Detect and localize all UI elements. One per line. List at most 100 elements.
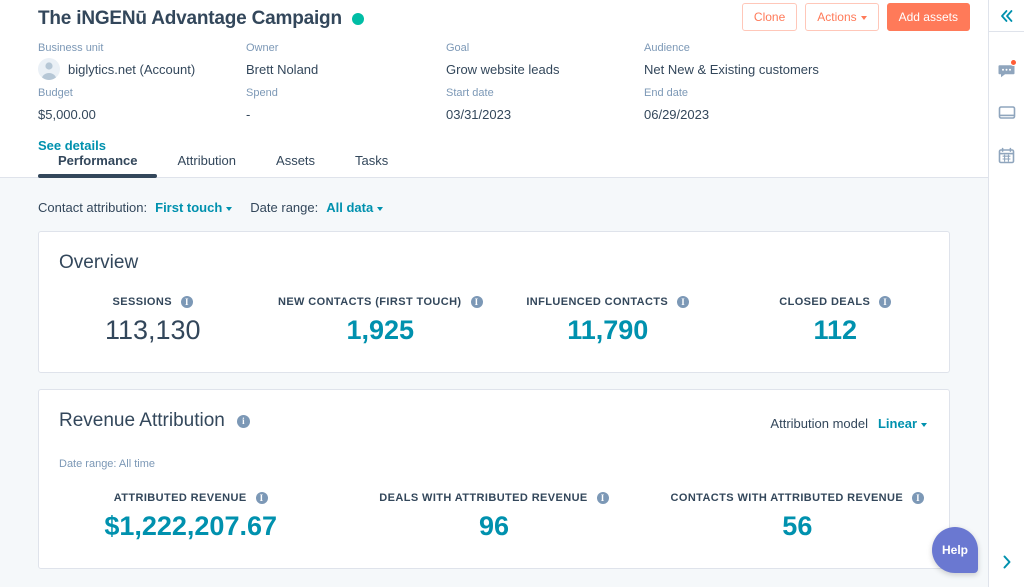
sidebar-item-window[interactable]	[989, 92, 1024, 134]
info-icon[interactable]: i	[256, 492, 268, 504]
meta-label-spend: Spend	[246, 81, 446, 102]
notification-badge-icon	[1010, 59, 1017, 66]
metric-new-contacts-label: NEW CONTACTS (FIRST TOUCH) i	[267, 296, 495, 308]
metric-influenced-contacts-value: 11,790	[494, 315, 722, 346]
meta-label-end-date: End date	[644, 81, 988, 102]
revenue-attribution-card: Revenue Attribution i Attribution model …	[38, 389, 950, 569]
metric-sessions-value: 113,130	[39, 315, 267, 346]
metric-attributed-revenue: ATTRIBUTED REVENUE i $1,222,207.67	[39, 492, 342, 542]
metric-deals-with-attributed-revenue: DEALS WITH ATTRIBUTED REVENUE i 96	[342, 492, 645, 542]
page-title: The iNGENū Advantage Campaign	[38, 8, 342, 30]
metric-influenced-contacts-label-text: INFLUENCED CONTACTS	[526, 296, 668, 308]
sidebar-item-calendar[interactable]	[989, 134, 1024, 176]
contact-attribution-label: Contact attribution:	[38, 200, 147, 215]
meta-label-business-unit: Business unit	[38, 36, 246, 57]
meta-label-budget: Budget	[38, 81, 246, 102]
revenue-attribution-title-text: Revenue Attribution	[59, 410, 225, 432]
info-icon[interactable]: i	[471, 296, 483, 308]
metric-contacts-with-attributed-revenue-label-text: CONTACTS WITH ATTRIBUTED REVENUE	[671, 492, 904, 504]
meta-value-budget: $5,000.00	[38, 102, 246, 126]
metric-closed-deals-label: CLOSED DEALS i	[722, 296, 950, 308]
metric-influenced-contacts: INFLUENCED CONTACTS i 11,790	[494, 296, 722, 346]
info-icon[interactable]: i	[677, 296, 689, 308]
window-icon	[998, 105, 1016, 121]
expand-sidebar-button[interactable]	[989, 553, 1024, 571]
tab-assets[interactable]: Assets	[256, 143, 335, 177]
overview-metrics-row: SESSIONS i 113,130 NEW CONTACTS (FIRST T…	[39, 274, 949, 372]
contact-attribution-dropdown[interactable]: First touch	[155, 200, 232, 215]
right-sidebar	[988, 0, 1024, 587]
meta-value-business-unit: biglytics.net (Account)	[38, 57, 246, 81]
meta-value-goal: Grow website leads	[446, 57, 644, 81]
tab-tasks[interactable]: Tasks	[335, 143, 408, 177]
metric-deals-with-attributed-revenue-value: 96	[342, 511, 645, 542]
chevron-down-icon	[861, 16, 867, 20]
info-icon[interactable]: i	[879, 296, 891, 308]
info-icon[interactable]: i	[597, 492, 609, 504]
sidebar-item-chat[interactable]	[989, 50, 1024, 92]
metric-sessions-label: SESSIONS i	[39, 296, 267, 308]
calendar-icon	[998, 147, 1015, 164]
tab-bar: Performance Attribution Assets Tasks	[38, 143, 408, 177]
metric-new-contacts-label-text: NEW CONTACTS (FIRST TOUCH)	[278, 296, 462, 308]
metric-closed-deals-label-text: CLOSED DEALS	[779, 296, 870, 308]
metric-contacts-with-attributed-revenue: CONTACTS WITH ATTRIBUTED REVENUE i 56	[646, 492, 949, 542]
meta-value-start-date: 03/31/2023	[446, 102, 644, 126]
collapse-sidebar-button[interactable]	[989, 0, 1024, 32]
attribution-model-control: Attribution model Linear	[770, 416, 927, 431]
meta-value-business-unit-text: biglytics.net (Account)	[68, 60, 195, 79]
meta-label-start-date: Start date	[446, 81, 644, 102]
chevron-down-icon	[226, 207, 232, 211]
clone-button[interactable]: Clone	[742, 3, 797, 31]
metric-closed-deals: CLOSED DEALS i 112	[722, 296, 950, 346]
metric-new-contacts-value: 1,925	[267, 315, 495, 346]
tab-performance[interactable]: Performance	[38, 143, 157, 177]
contact-attribution-value: First touch	[155, 200, 222, 215]
meta-label-owner: Owner	[246, 36, 446, 57]
tab-attribution[interactable]: Attribution	[157, 143, 256, 177]
metric-sessions-label-text: SESSIONS	[113, 296, 172, 308]
metric-deals-with-attributed-revenue-label-text: DEALS WITH ATTRIBUTED REVENUE	[379, 492, 587, 504]
chevron-double-left-icon	[999, 9, 1015, 23]
metric-new-contacts: NEW CONTACTS (FIRST TOUCH) i 1,925	[267, 296, 495, 346]
revenue-metrics-row: ATTRIBUTED REVENUE i $1,222,207.67 DEALS…	[39, 470, 949, 568]
date-range-value: All data	[326, 200, 373, 215]
meta-label-goal: Goal	[446, 36, 644, 57]
meta-value-owner: Brett Noland	[246, 57, 446, 81]
metric-sessions: SESSIONS i 113,130	[39, 296, 267, 346]
status-dot-icon	[352, 13, 364, 25]
metric-attributed-revenue-label-text: ATTRIBUTED REVENUE	[114, 492, 247, 504]
campaign-meta-grid: Business unit Owner Goal Audience biglyt…	[0, 30, 988, 126]
meta-value-end-date: 06/29/2023	[644, 102, 988, 126]
meta-value-spend: -	[246, 102, 446, 126]
date-range-label: Date range:	[250, 200, 318, 215]
chevron-down-icon	[921, 423, 927, 427]
attribution-model-dropdown[interactable]: Linear	[878, 416, 927, 431]
metric-attributed-revenue-label: ATTRIBUTED REVENUE i	[39, 492, 342, 504]
add-assets-button[interactable]: Add assets	[887, 3, 970, 31]
page-header: The iNGENū Advantage Campaign Clone Acti…	[0, 0, 988, 178]
metric-contacts-with-attributed-revenue-value: 56	[646, 511, 949, 542]
date-range-dropdown[interactable]: All data	[326, 200, 383, 215]
help-button[interactable]: Help	[932, 527, 978, 573]
attribution-model-label: Attribution model	[770, 416, 868, 431]
overview-card: Overview SESSIONS i 113,130 NEW CONTACTS…	[38, 231, 950, 373]
chevron-right-icon	[1000, 553, 1014, 571]
metric-contacts-with-attributed-revenue-label: CONTACTS WITH ATTRIBUTED REVENUE i	[646, 492, 949, 504]
campaign-performance-page: The iNGENū Advantage Campaign Clone Acti…	[0, 0, 1024, 587]
info-icon[interactable]: i	[181, 296, 193, 308]
meta-label-audience: Audience	[644, 36, 988, 57]
metric-deals-with-attributed-revenue-label: DEALS WITH ATTRIBUTED REVENUE i	[342, 492, 645, 504]
header-actions: Clone Actions Add assets	[742, 3, 970, 31]
info-icon[interactable]: i	[912, 492, 924, 504]
avatar	[38, 58, 60, 80]
actions-button[interactable]: Actions	[805, 3, 878, 31]
info-icon[interactable]: i	[237, 415, 250, 428]
metric-influenced-contacts-label: INFLUENCED CONTACTS i	[494, 296, 722, 308]
metric-closed-deals-value: 112	[722, 315, 950, 346]
revenue-date-range: Date range: All time	[39, 432, 949, 470]
metric-attributed-revenue-value: $1,222,207.67	[39, 511, 342, 542]
attribution-model-value: Linear	[878, 416, 917, 431]
actions-button-label: Actions	[817, 10, 856, 24]
overview-card-title: Overview	[39, 232, 949, 274]
